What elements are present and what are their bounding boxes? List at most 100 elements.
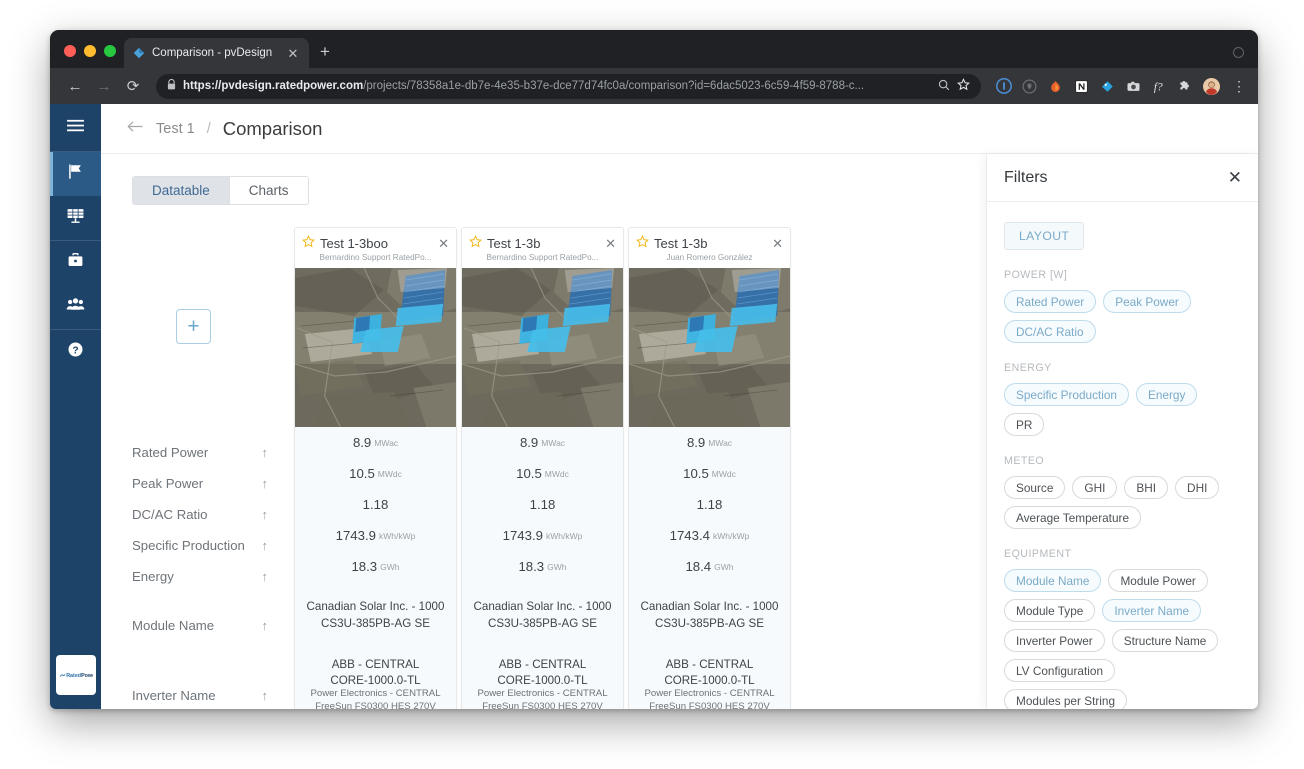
- minimize-window-button[interactable]: [84, 45, 96, 57]
- back-arrow-icon[interactable]: [127, 120, 144, 138]
- design-card[interactable]: Test 1-3b ✕ Juan Romero González 8.9 MWa…: [628, 227, 791, 709]
- puzzle-extensions-icon[interactable]: [1177, 78, 1194, 95]
- sidebar-item-help[interactable]: ?: [50, 330, 101, 374]
- location-pin-icon[interactable]: [1021, 78, 1038, 95]
- filter-group-label-equipment: EQUIPMENT: [1004, 548, 1072, 560]
- tab-charts[interactable]: Charts: [228, 177, 308, 204]
- filter-chip-inverter-name[interactable]: Inverter Name: [1102, 599, 1202, 622]
- sort-ascending-icon[interactable]: ↑: [262, 538, 269, 553]
- design-card[interactable]: Test 1-3b ✕ Bernardino Support RatedPo..…: [461, 227, 624, 709]
- value-number: 8.9: [686, 435, 706, 450]
- sidebar-item-menu-toggle[interactable]: [50, 104, 101, 151]
- close-window-button[interactable]: [64, 45, 76, 57]
- fontface-icon[interactable]: f?: [1151, 78, 1168, 95]
- new-tab-button[interactable]: +: [320, 43, 330, 60]
- filter-chip-modules-per-string[interactable]: Modules per String: [1004, 689, 1128, 709]
- filter-chip-bhi[interactable]: BHI: [1124, 476, 1169, 499]
- sort-ascending-icon[interactable]: ↑: [262, 476, 269, 491]
- sort-ascending-icon[interactable]: ↑: [262, 507, 269, 522]
- add-design-button[interactable]: +: [176, 309, 211, 344]
- honey-icon[interactable]: [1047, 78, 1064, 95]
- inverter-name-line4: FreeSun FS0300 HES 270V: [482, 701, 603, 709]
- value-unit: MWdc: [711, 468, 736, 479]
- value-unit: MWdc: [377, 468, 402, 479]
- sidebar-item-team[interactable]: [50, 285, 101, 329]
- close-icon[interactable]: ✕: [438, 237, 449, 250]
- pvdesign-diamond-icon: [132, 47, 145, 60]
- notion-icon[interactable]: [1073, 78, 1090, 95]
- filter-chip-source[interactable]: Source: [1004, 476, 1066, 499]
- back-button[interactable]: ←: [62, 73, 88, 99]
- satellite-map-thumbnail[interactable]: [295, 268, 456, 427]
- row-label-text: Inverter Name: [132, 688, 216, 703]
- ratedpower-logo: RatedPower: [56, 655, 96, 695]
- briefcase-icon: [67, 252, 84, 274]
- row-label-column: + Rated Power ↑ Peak Power ↑ DC/AC Ratio…: [132, 227, 294, 709]
- value-inverter-name: ABB - CENTRAL CORE-1000.0-TL Power Elect…: [629, 648, 790, 709]
- value-number: 1.18: [696, 497, 723, 512]
- filter-chip-dc-ac-ratio[interactable]: DC/AC Ratio: [1004, 320, 1096, 343]
- sort-ascending-icon[interactable]: ↑: [262, 688, 269, 703]
- profile-avatar-icon[interactable]: [1203, 77, 1220, 95]
- filter-chip-group-energy: Specific Production Energy PR: [1004, 383, 1241, 436]
- value-unit: kWh/kWp: [545, 530, 583, 541]
- camera-icon[interactable]: [1125, 78, 1142, 95]
- filter-chip-energy[interactable]: Energy: [1135, 383, 1198, 406]
- tab-datatable[interactable]: Datatable: [133, 177, 229, 204]
- browser-tab[interactable]: Comparison - pvDesign ✕: [124, 38, 309, 68]
- filter-chip-peak-power[interactable]: Peak Power: [1103, 290, 1191, 313]
- layout-filter-button[interactable]: LAYOUT: [1004, 222, 1085, 250]
- search-icon[interactable]: [938, 79, 950, 94]
- filter-chip-inverter-power[interactable]: Inverter Power: [1004, 629, 1105, 652]
- sidebar-item-projects[interactable]: [50, 152, 101, 196]
- satellite-map-thumbnail[interactable]: [462, 268, 623, 427]
- value-energy: 18.3 GWh: [462, 551, 623, 582]
- filter-chip-pr[interactable]: PR: [1004, 413, 1045, 436]
- window-extra-button[interactable]: [1233, 47, 1244, 58]
- filter-chip-module-name[interactable]: Module Name: [1004, 569, 1102, 592]
- value-peak-power: 10.5 MWdc: [295, 458, 456, 489]
- value-number: 10.5: [349, 466, 375, 481]
- filter-chip-dhi[interactable]: DHI: [1175, 476, 1220, 499]
- filter-chip-lv-configuration[interactable]: LV Configuration: [1004, 659, 1116, 682]
- close-icon[interactable]: ✕: [1228, 169, 1242, 186]
- maximize-window-button[interactable]: [104, 45, 116, 57]
- value-specific-production: 1743.9 kWh/kWp: [295, 520, 456, 551]
- filter-chip-average-temperature[interactable]: Average Temperature: [1004, 506, 1142, 529]
- star-icon[interactable]: [957, 78, 970, 94]
- lock-icon: [167, 78, 176, 93]
- sidebar-item-designs[interactable]: [50, 196, 101, 240]
- star-outline-icon[interactable]: [468, 235, 483, 251]
- close-icon[interactable]: ✕: [605, 237, 616, 250]
- filter-chip-specific-production[interactable]: Specific Production: [1004, 383, 1129, 406]
- tag-icon[interactable]: [1099, 78, 1116, 95]
- application-viewport: ? RatedPower Test 1 / Comparison Da: [50, 104, 1258, 709]
- reload-button[interactable]: ⟳: [120, 73, 146, 99]
- satellite-map-thumbnail[interactable]: [629, 268, 790, 427]
- filter-chip-module-type[interactable]: Module Type: [1004, 599, 1096, 622]
- sort-ascending-icon[interactable]: ↑: [262, 569, 269, 584]
- filter-chip-module-power[interactable]: Module Power: [1108, 569, 1208, 592]
- browser-tab-close-icon[interactable]: ✕: [285, 47, 301, 60]
- kebab-menu-icon[interactable]: ⋮: [1229, 78, 1246, 93]
- sort-ascending-icon[interactable]: ↑: [262, 618, 269, 633]
- close-icon[interactable]: ✕: [772, 237, 783, 250]
- filter-chip-structure-name[interactable]: Structure Name: [1111, 629, 1219, 652]
- 1password-icon[interactable]: [995, 78, 1012, 95]
- breadcrumb-parent[interactable]: Test 1: [156, 121, 195, 137]
- users-icon: [66, 297, 85, 317]
- filter-chip-rated-power[interactable]: Rated Power: [1004, 290, 1097, 313]
- sort-ascending-icon[interactable]: ↑: [262, 445, 269, 460]
- star-outline-icon[interactable]: [635, 235, 650, 251]
- address-bar-url: https://pvdesign.ratedpower.com/projects…: [183, 80, 931, 92]
- extensions-bar: f? ⋮: [991, 77, 1246, 95]
- sidebar-item-portfolio[interactable]: [50, 241, 101, 285]
- design-card[interactable]: Test 1-3boo ✕ Bernardino Support RatedPo…: [294, 227, 457, 709]
- star-outline-icon[interactable]: [301, 235, 316, 251]
- value-number: 10.5: [516, 466, 542, 481]
- filter-chip-ghi[interactable]: GHI: [1072, 476, 1118, 499]
- address-bar[interactable]: https://pvdesign.ratedpower.com/projects…: [156, 73, 981, 99]
- forward-button[interactable]: →: [91, 73, 117, 99]
- view-tab-group: Datatable Charts: [132, 176, 309, 205]
- row-label-text: Rated Power: [132, 445, 209, 460]
